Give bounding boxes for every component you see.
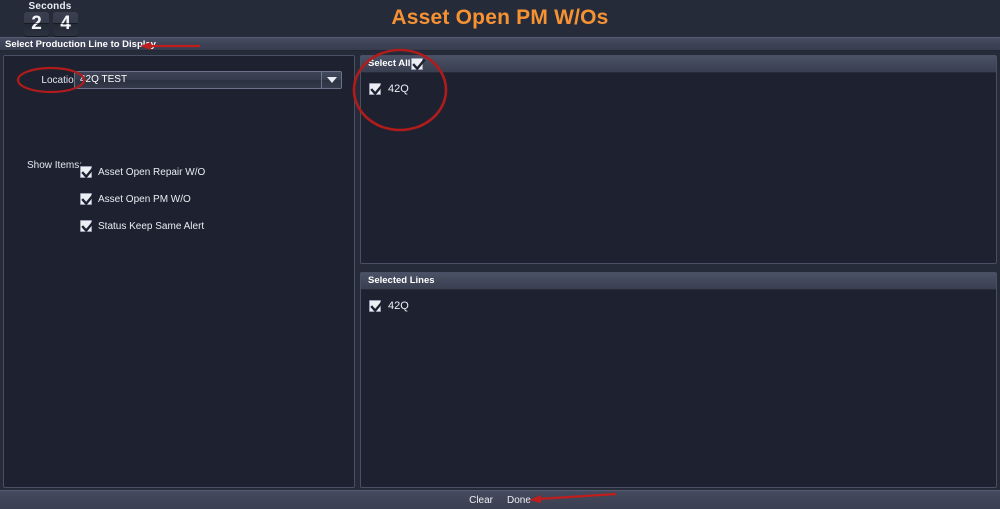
annotation-ellipse-select-all: [352, 48, 448, 132]
annotation-overlay: [16, 42, 617, 503]
annotation-ellipse-location: [16, 66, 86, 94]
app-window: Seconds 2 4 Asset Open PM W/Os Select Pr…: [0, 0, 1000, 509]
annotation-arrow-done: [529, 492, 617, 503]
annotation-arrow-section-title: [140, 42, 200, 50]
